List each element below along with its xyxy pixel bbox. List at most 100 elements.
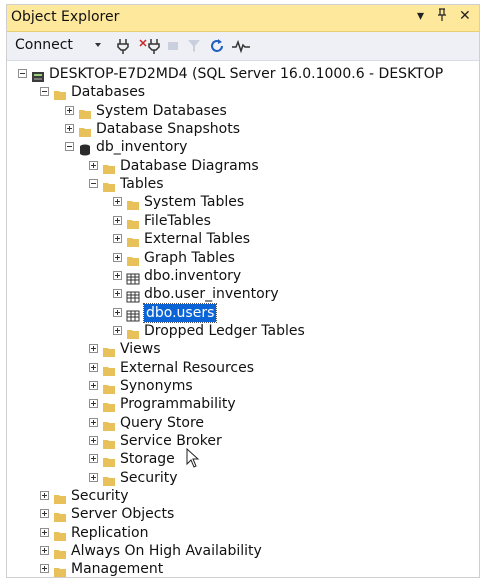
stop-icon[interactable] bbox=[167, 38, 179, 54]
expand-icon[interactable] bbox=[40, 546, 49, 556]
object-explorer-toolbar: Connect bbox=[7, 32, 479, 61]
tree-node-replication[interactable]: Replication bbox=[7, 524, 479, 542]
close-icon[interactable]: ✕ bbox=[459, 8, 471, 24]
expand-icon[interactable] bbox=[113, 215, 122, 225]
folder-icon bbox=[78, 123, 92, 138]
tree-node-label: Always On High Availability bbox=[71, 543, 262, 560]
tree-node-dbo-inventory[interactable]: dbo.inventory bbox=[7, 267, 479, 285]
folder-icon bbox=[53, 545, 67, 560]
expand-icon[interactable] bbox=[89, 472, 98, 482]
connect-dropdown-icon[interactable] bbox=[95, 43, 101, 47]
expand-icon[interactable] bbox=[89, 380, 98, 390]
tree-node-always-on-high-availability[interactable]: Always On High Availability bbox=[7, 542, 479, 560]
expand-icon[interactable] bbox=[65, 124, 74, 134]
panel-title: Object Explorer bbox=[11, 9, 120, 25]
tree-node-label: DESKTOP-E7D2MD4 (SQL Server 16.0.1000.6 … bbox=[49, 66, 444, 82]
tree-node-label: External Resources bbox=[120, 359, 255, 376]
table-icon bbox=[126, 307, 140, 322]
tree-node-label: Security bbox=[120, 469, 178, 486]
tree-node-tables[interactable]: Tables bbox=[7, 175, 479, 193]
expand-icon[interactable] bbox=[89, 417, 98, 427]
expand-icon[interactable] bbox=[113, 289, 122, 299]
expand-icon[interactable] bbox=[89, 399, 98, 409]
tree-node-management[interactable]: Management bbox=[7, 560, 479, 577]
folder-icon bbox=[126, 215, 140, 229]
auto-hide-pin-icon[interactable] bbox=[437, 8, 447, 26]
tree-node-desktop-e7d2md4-sql-server-16-0-1000-6-desktop[interactable]: DESKTOP-E7D2MD4 (SQL Server 16.0.1000.6 … bbox=[7, 65, 479, 83]
folder-icon bbox=[102, 453, 116, 468]
tree-node-system-databases[interactable]: System Databases bbox=[7, 102, 479, 120]
folder-icon bbox=[102, 472, 116, 486]
tree-node-label: External Tables bbox=[144, 231, 251, 248]
tree-node-graph-tables[interactable]: Graph Tables bbox=[7, 249, 479, 267]
expand-icon[interactable] bbox=[40, 527, 49, 537]
tree-node-label: Databases bbox=[71, 84, 146, 101]
tree-node-server-objects[interactable]: Server Objects bbox=[7, 505, 479, 523]
tree-node-label: FileTables bbox=[144, 212, 211, 229]
folder-icon bbox=[53, 508, 67, 523]
tree-node-storage[interactable]: Storage bbox=[7, 450, 479, 468]
tree-node-label: Query Store bbox=[120, 414, 204, 431]
tree-node-dropped-ledger-tables[interactable]: Dropped Ledger Tables bbox=[7, 322, 479, 340]
table-icon bbox=[126, 288, 140, 303]
connect-object-icon[interactable] bbox=[117, 38, 129, 54]
tree-node-dbo-users[interactable]: dbo.users bbox=[7, 302, 479, 323]
mouse-cursor-icon bbox=[186, 448, 200, 468]
tree-node-system-tables[interactable]: System Tables bbox=[7, 193, 479, 211]
table-icon bbox=[126, 270, 140, 285]
collapse-icon[interactable] bbox=[18, 69, 27, 78]
tree-node-label: Replication bbox=[71, 524, 149, 541]
folder-icon bbox=[102, 435, 116, 449]
tree-node-query-store[interactable]: Query Store bbox=[7, 414, 479, 432]
folder-icon bbox=[53, 86, 67, 101]
tree-node-service-broker[interactable]: Service Broker bbox=[7, 432, 479, 450]
expand-icon[interactable] bbox=[89, 160, 98, 170]
tree-node-programmability[interactable]: Programmability bbox=[7, 395, 479, 413]
expand-icon[interactable] bbox=[40, 509, 49, 519]
tree-node-views[interactable]: Views bbox=[7, 340, 479, 358]
tree-node-synonyms[interactable]: Synonyms bbox=[7, 377, 479, 395]
expand-icon[interactable] bbox=[113, 270, 122, 280]
tree-node-database-snapshots[interactable]: Database Snapshots bbox=[7, 120, 479, 138]
folder-icon bbox=[126, 196, 140, 211]
tree-node-external-resources[interactable]: External Resources bbox=[7, 359, 479, 377]
expand-icon[interactable] bbox=[113, 252, 122, 262]
tree-node-databases[interactable]: Databases bbox=[7, 83, 479, 101]
tree-node-label: Programmability bbox=[120, 396, 236, 413]
tree-node-db-inventory[interactable]: db_inventory bbox=[7, 138, 479, 156]
expand-icon[interactable] bbox=[40, 491, 49, 501]
tree-node-filetables[interactable]: FileTables bbox=[7, 212, 479, 230]
disconnect-icon[interactable] bbox=[139, 38, 161, 54]
tree-node-external-tables[interactable]: External Tables bbox=[7, 230, 479, 248]
expand-icon[interactable] bbox=[113, 307, 122, 317]
expand-icon[interactable] bbox=[40, 564, 49, 574]
activity-monitor-icon[interactable] bbox=[231, 38, 251, 54]
expand-icon[interactable] bbox=[113, 234, 122, 244]
object-explorer-panel: Object Explorer ▾ ✕ Connect DESKTOP-E7D2… bbox=[6, 4, 480, 578]
expand-icon[interactable] bbox=[113, 197, 122, 207]
expand-icon[interactable] bbox=[89, 362, 98, 372]
expand-icon[interactable] bbox=[65, 105, 74, 115]
connect-button[interactable]: Connect bbox=[15, 37, 73, 53]
tree-node-label: dbo.inventory bbox=[144, 267, 242, 284]
expand-icon[interactable] bbox=[113, 325, 122, 335]
collapse-icon[interactable] bbox=[40, 87, 49, 97]
tree-node-dbo-user-inventory[interactable]: dbo.user_inventory bbox=[7, 285, 479, 303]
tree-node-label: Storage bbox=[120, 451, 175, 468]
filter-icon[interactable] bbox=[187, 38, 201, 54]
tree-node-label: dbo.user_inventory bbox=[144, 286, 279, 303]
tree-node-label: dbo.users bbox=[142, 302, 218, 323]
collapse-icon[interactable] bbox=[89, 179, 98, 189]
expand-icon[interactable] bbox=[89, 436, 98, 445]
tree-node-security[interactable]: Security bbox=[7, 469, 479, 487]
collapse-icon[interactable] bbox=[65, 142, 74, 152]
tree-node-database-diagrams[interactable]: Database Diagrams bbox=[7, 157, 479, 175]
expand-icon[interactable] bbox=[89, 344, 98, 354]
window-position-icon[interactable]: ▾ bbox=[417, 8, 424, 24]
refresh-icon[interactable] bbox=[209, 38, 225, 54]
folder-icon bbox=[102, 362, 116, 376]
tree-node-label: db_inventory bbox=[96, 139, 188, 156]
folder-icon bbox=[102, 380, 116, 394]
expand-icon[interactable] bbox=[89, 454, 98, 464]
tree-node-security[interactable]: Security bbox=[7, 487, 479, 505]
